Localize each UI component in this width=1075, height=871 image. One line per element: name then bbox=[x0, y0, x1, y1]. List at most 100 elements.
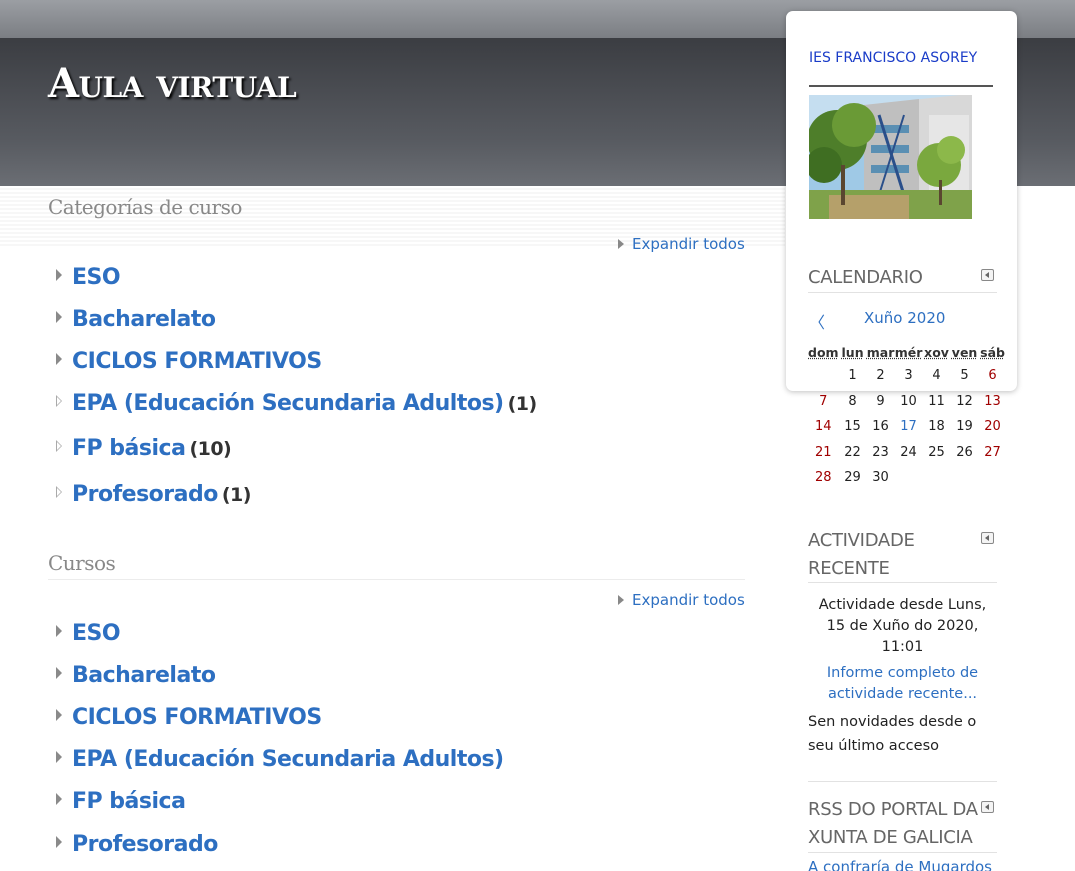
calendar-day: 14 bbox=[815, 419, 832, 435]
calendar-grid: dom lun mar mér xov ven sáb 1 2 3 4 5 6 … bbox=[808, 341, 1007, 491]
school-building-photo bbox=[809, 95, 972, 219]
category-label[interactable]: EPA (Educación Secundaria Adultos) bbox=[72, 391, 504, 416]
calendar-month-link[interactable]: Xuño 2020 bbox=[864, 309, 945, 327]
calendar-day: 2 bbox=[876, 368, 885, 384]
category-label[interactable]: Profesorado bbox=[72, 832, 218, 857]
site-title[interactable]: Aula virtual bbox=[48, 60, 297, 107]
weekday-header: ven bbox=[951, 344, 978, 360]
no-news-line: seu último acceso bbox=[808, 738, 939, 754]
category-label[interactable]: EPA (Educación Secundaria Adultos) bbox=[72, 747, 504, 772]
calendar-day: 24 bbox=[900, 444, 917, 460]
category-label[interactable]: CICLOS FORMATIVOS bbox=[72, 705, 322, 730]
previous-month-icon[interactable]: 〈 bbox=[809, 309, 825, 333]
weekday-header: mar bbox=[866, 344, 895, 360]
course-count: (1) bbox=[221, 484, 252, 506]
calendar-day: 26 bbox=[956, 444, 973, 460]
calendar-day: 12 bbox=[956, 393, 973, 409]
report-link-line[interactable]: actividade recente... bbox=[808, 684, 997, 705]
since-line: Actividade desde Luns, bbox=[818, 597, 987, 613]
weekday-header: lun bbox=[841, 344, 864, 360]
calendar-day: 28 bbox=[815, 470, 832, 486]
calendar-day bbox=[808, 363, 839, 389]
category-label[interactable]: ESO bbox=[72, 621, 121, 646]
since-line: 11:01 bbox=[881, 639, 924, 655]
expand-arrow-icon[interactable] bbox=[56, 709, 62, 721]
calendar-day: 9 bbox=[876, 393, 885, 409]
course-category-eso[interactable]: ESO bbox=[56, 621, 121, 646]
category-label[interactable]: FP básica bbox=[72, 436, 186, 461]
category-item-eso[interactable]: ESO bbox=[56, 265, 121, 290]
expand-all-label: Expandir todos bbox=[632, 591, 745, 609]
course-category-fp-basica[interactable]: FP básica bbox=[56, 789, 186, 814]
no-news-line: Sen novidades desde o bbox=[808, 714, 977, 730]
category-item-ciclos[interactable]: CICLOS FORMATIVOS bbox=[56, 349, 322, 374]
calendar-day bbox=[895, 465, 923, 491]
expand-arrow-icon[interactable] bbox=[56, 353, 62, 365]
expand-arrow-icon[interactable] bbox=[56, 751, 62, 763]
calendar-day: 21 bbox=[815, 444, 832, 460]
collapsed-arrow-icon[interactable] bbox=[56, 440, 62, 452]
category-label[interactable]: CICLOS FORMATIVOS bbox=[72, 349, 322, 374]
collapsed-arrow-icon[interactable] bbox=[56, 395, 62, 407]
calendar-day: 20 bbox=[984, 419, 1001, 435]
calendar-day: 19 bbox=[956, 419, 973, 435]
category-item-profesorado[interactable]: Profesorado (1) bbox=[56, 482, 251, 507]
collapsed-arrow-icon[interactable] bbox=[56, 486, 62, 498]
category-label[interactable]: Bacharelato bbox=[72, 663, 216, 688]
expand-arrow-icon bbox=[618, 595, 624, 605]
calendar-day: 27 bbox=[984, 444, 1001, 460]
rss-item-link[interactable]: A confraría de Mugardos bbox=[808, 858, 997, 871]
expand-arrow-icon[interactable] bbox=[56, 311, 62, 323]
calendar-day: 22 bbox=[844, 444, 861, 460]
calendar-day: 11 bbox=[928, 393, 945, 409]
calendar-day: 16 bbox=[872, 419, 889, 435]
calendar-day-today[interactable]: 17 bbox=[895, 414, 923, 440]
course-category-profesorado[interactable]: Profesorado bbox=[56, 832, 218, 857]
course-category-ciclos[interactable]: CICLOS FORMATIVOS bbox=[56, 705, 322, 730]
calendar-day: 13 bbox=[984, 393, 1001, 409]
expand-arrow-icon[interactable] bbox=[56, 667, 62, 679]
recent-title-line: RECENTE bbox=[808, 558, 890, 579]
dock-block-icon[interactable] bbox=[981, 532, 994, 544]
courses-expand-all-link[interactable]: Expandir todos bbox=[618, 591, 745, 609]
block-divider bbox=[808, 781, 997, 782]
expand-arrow-icon[interactable] bbox=[56, 836, 62, 848]
courses-heading: Cursos bbox=[48, 551, 116, 575]
category-item-fp-basica[interactable]: FP básica (10) bbox=[56, 436, 232, 461]
category-item-epa[interactable]: EPA (Educación Secundaria Adultos) (1) bbox=[56, 391, 537, 416]
weekday-header: mér bbox=[894, 344, 923, 360]
weekday-header: dom bbox=[808, 344, 839, 360]
rss-title-line: RSS DO PORTAL DA bbox=[808, 799, 978, 820]
recent-activity-since: Actividade desde Luns, 15 de Xuño do 202… bbox=[808, 595, 997, 658]
calendar-day: 4 bbox=[932, 368, 941, 384]
category-label[interactable]: Bacharelato bbox=[72, 307, 216, 332]
category-label[interactable]: FP básica bbox=[72, 789, 186, 814]
calendar-day: 7 bbox=[819, 393, 828, 409]
dock-block-icon[interactable] bbox=[981, 269, 994, 281]
category-label[interactable]: ESO bbox=[72, 265, 121, 290]
report-link-line[interactable]: Informe completo de bbox=[808, 663, 997, 684]
calendar-day: 23 bbox=[872, 444, 889, 460]
course-category-bacharelato[interactable]: Bacharelato bbox=[56, 663, 216, 688]
calendar-day: 5 bbox=[960, 368, 969, 384]
weekday-header: sáb bbox=[980, 344, 1005, 360]
course-count: (10) bbox=[189, 438, 232, 460]
calendar-block-title: CALENDARIO bbox=[808, 267, 923, 288]
categories-expand-all-link[interactable]: Expandir todos bbox=[618, 235, 745, 253]
category-item-bacharelato[interactable]: Bacharelato bbox=[56, 307, 216, 332]
recent-activity-title: ACTIVIDADE RECENTE bbox=[808, 527, 915, 583]
dock-block-icon[interactable] bbox=[981, 801, 994, 813]
school-divider bbox=[809, 85, 993, 87]
expand-arrow-icon[interactable] bbox=[56, 625, 62, 637]
course-category-epa[interactable]: EPA (Educación Secundaria Adultos) bbox=[56, 747, 504, 772]
expand-arrow-icon[interactable] bbox=[56, 269, 62, 281]
full-report-link[interactable]: Informe completo de actividade recente..… bbox=[808, 663, 997, 705]
course-count: (1) bbox=[507, 393, 538, 415]
expand-arrow-icon[interactable] bbox=[56, 793, 62, 805]
recent-title-line: ACTIVIDADE bbox=[808, 530, 915, 551]
calendar-day: 18 bbox=[928, 419, 945, 435]
calendar-day: 10 bbox=[900, 393, 917, 409]
school-name-link[interactable]: IES FRANCISCO ASOREY bbox=[809, 50, 977, 66]
rss-title-line: XUNTA DE GALICIA bbox=[808, 827, 973, 848]
category-label[interactable]: Profesorado bbox=[72, 482, 218, 507]
